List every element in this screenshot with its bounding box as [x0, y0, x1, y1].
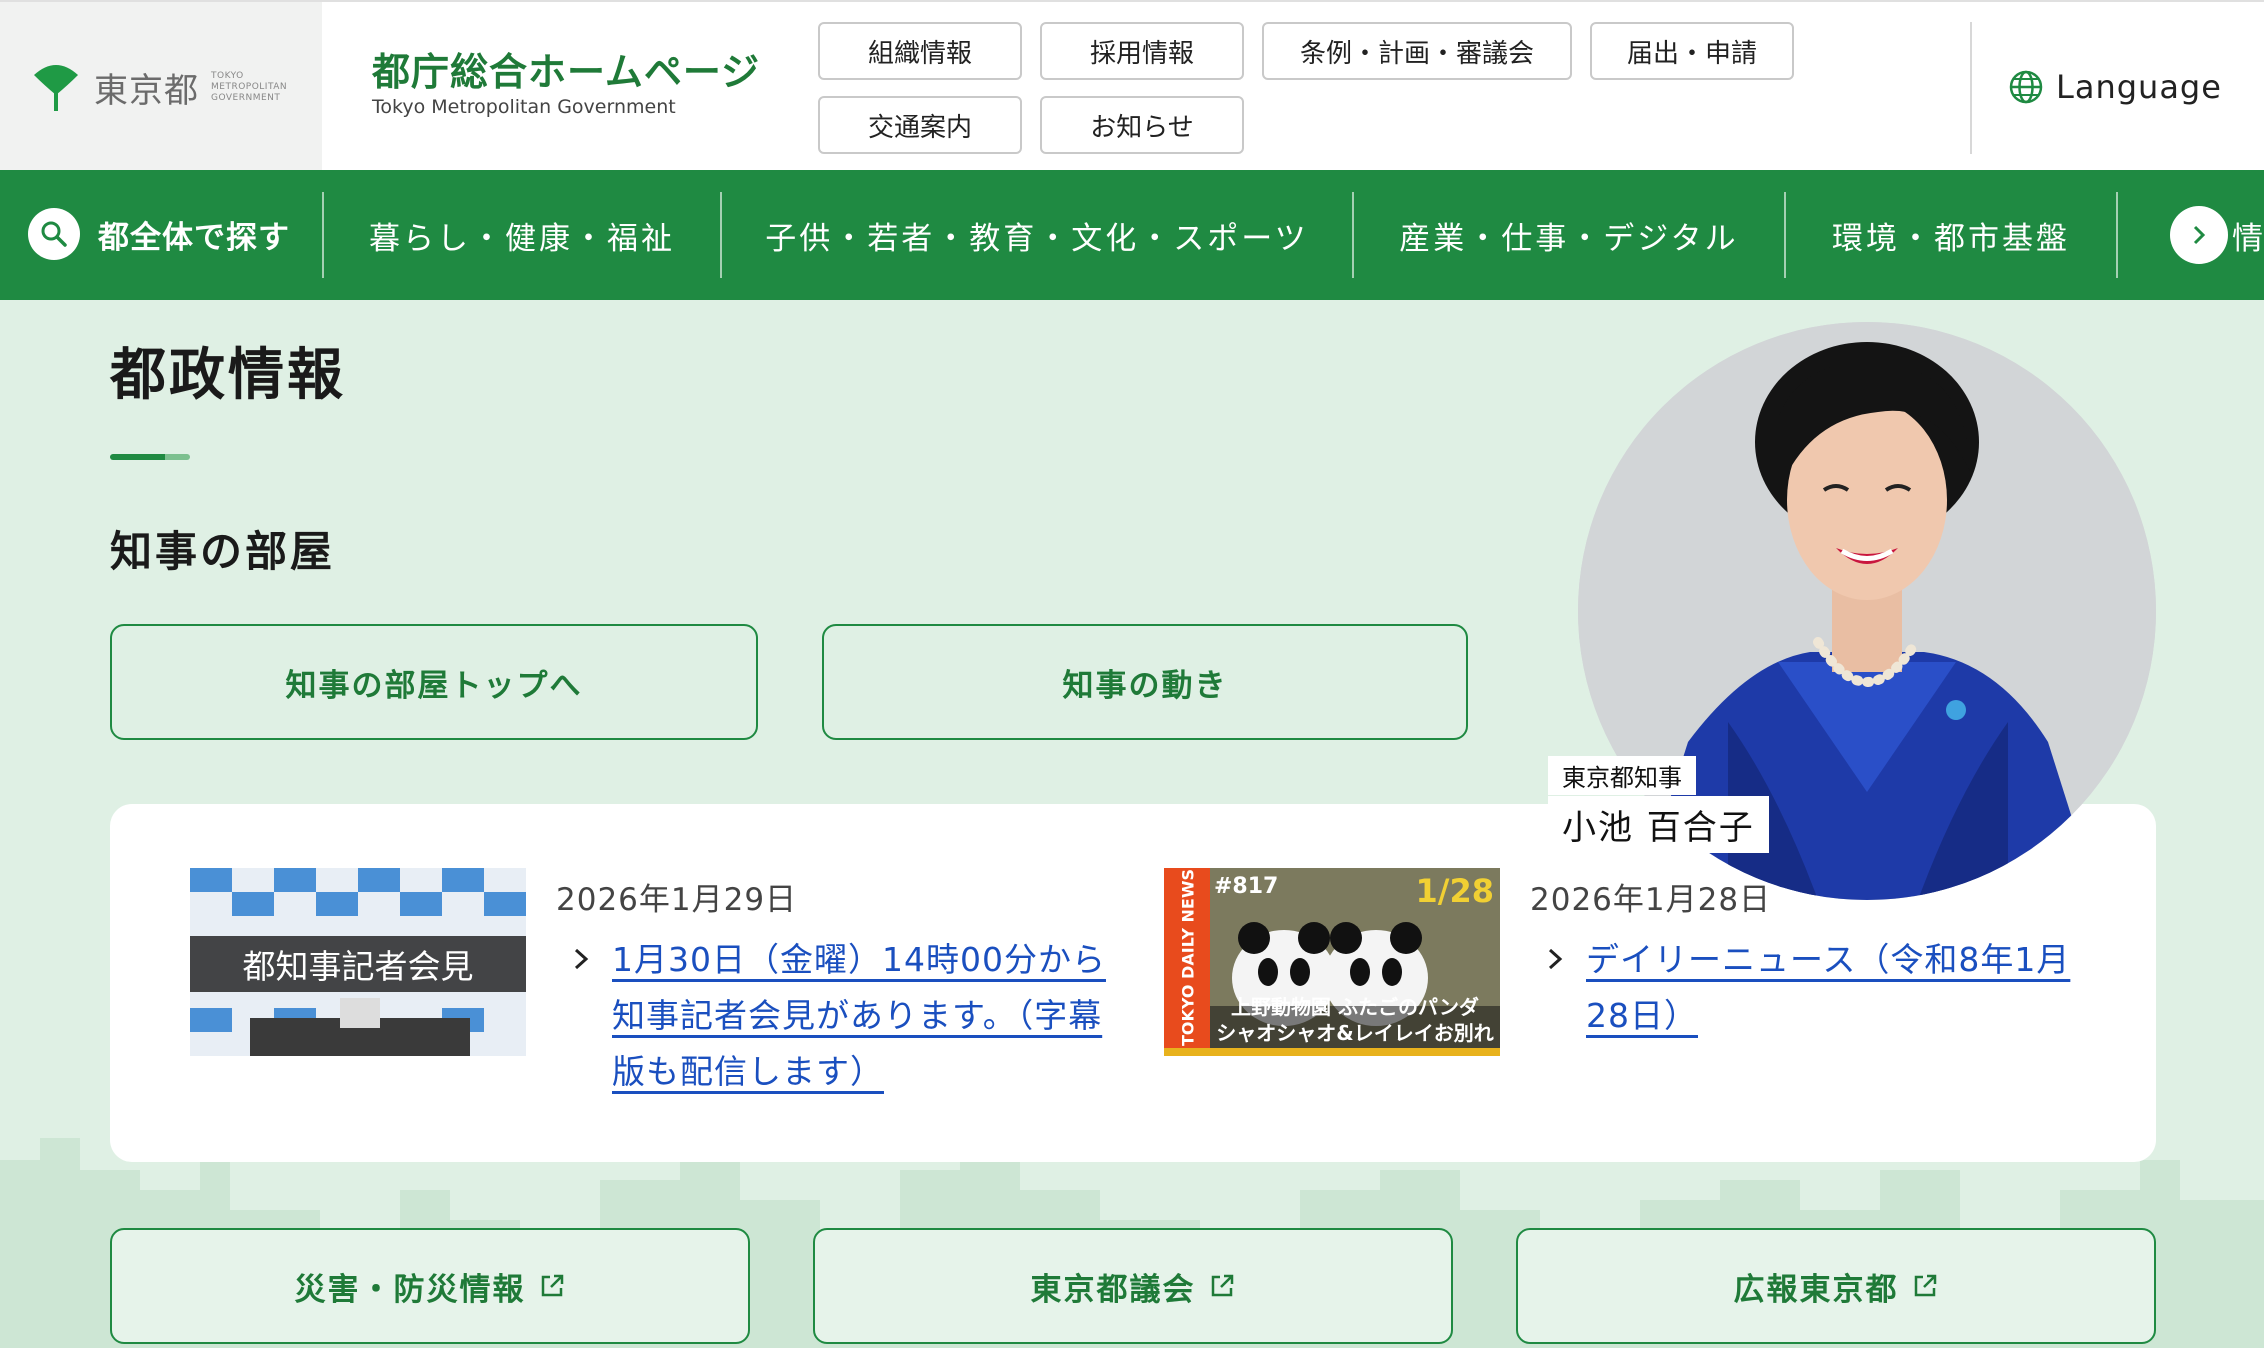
chevron-right-icon	[2193, 225, 2206, 245]
episode-number: #817	[1214, 874, 1279, 899]
governor-name: 小池 百合子	[1548, 796, 1769, 853]
tokyo-logo[interactable]: 東京都 TOKYO METROPOLITAN GOVERNMENT	[0, 2, 322, 172]
external-link-icon	[541, 1274, 563, 1297]
site-title-en: Tokyo Metropolitan Government	[372, 96, 676, 118]
search-all-button[interactable]: 都全体で探す	[28, 208, 290, 260]
thumbnail-caption: 上野動物園 ふたごのパンダ シャオシャオ&レイレイお別れ	[1216, 995, 1494, 1045]
nav-next-button[interactable]	[2170, 206, 2228, 264]
header-link-access[interactable]: 交通案内	[818, 96, 1022, 154]
header-divider	[1970, 22, 1972, 154]
search-icon	[28, 208, 80, 260]
header-link-notices[interactable]: お知らせ	[1040, 96, 1244, 154]
language-label: Language	[2056, 68, 2222, 106]
chevron-right-icon	[574, 948, 589, 970]
press-conference-thumbnail[interactable]: 都知事記者会見	[190, 868, 526, 1056]
metropolitan-assembly-label: 東京都議会	[1030, 1271, 1196, 1308]
category-nav: 都全体で探す 暮らし・健康・福祉 子供・若者・教育・文化・スポーツ 産業・仕事・…	[0, 170, 2264, 300]
page-title: 都政情報	[110, 343, 346, 408]
daily-news-thumbnail[interactable]: #817 1/28 TOKYO DAILY NEWS 上野動物園 ふたごのパンダ…	[1164, 868, 1500, 1056]
thumbnail-date: 1/28	[1415, 872, 1494, 910]
ginkgo-logo-icon	[34, 65, 78, 111]
header-link-organization[interactable]: 組織情報	[818, 22, 1022, 80]
thumbnail-caption: 都知事記者会見	[242, 947, 474, 986]
chevron-right-icon	[1548, 948, 1563, 970]
logo-text: 東京都	[94, 70, 199, 111]
site-title-ja: 都庁総合ホームページ	[372, 50, 761, 94]
external-link-icon	[1211, 1274, 1233, 1297]
nav-item-living[interactable]: 暮らし・健康・福祉	[324, 170, 720, 300]
search-all-label: 都全体で探す	[98, 219, 290, 256]
nav-item-overflow[interactable]: 情	[2232, 170, 2264, 300]
governor-room-top-button[interactable]: 知事の部屋トップへ	[110, 624, 758, 740]
news-date: 2026年1月29日	[556, 882, 798, 918]
header-link-recruitment[interactable]: 採用情報	[1040, 22, 1244, 80]
public-relations-button[interactable]: 広報東京都	[1516, 1228, 2156, 1344]
language-button[interactable]: Language	[2008, 68, 2222, 106]
daily-news-side-label: TOKYO DAILY NEWS	[1178, 868, 1198, 1047]
external-link-icon	[1914, 1274, 1936, 1297]
disaster-info-label: 災害・防災情報	[294, 1271, 526, 1308]
news-date: 2026年1月28日	[1530, 882, 1772, 918]
disaster-info-button[interactable]: 災害・防災情報	[110, 1228, 750, 1344]
nav-item-industry[interactable]: 産業・仕事・デジタル	[1354, 170, 1784, 300]
header-link-applications[interactable]: 届出・申請	[1590, 22, 1794, 80]
site-header: 東京都 TOKYO METROPOLITAN GOVERNMENT 都庁総合ホー…	[0, 0, 2264, 172]
nav-item-environment[interactable]: 環境・都市基盤	[1786, 170, 2116, 300]
news-link-daily-news[interactable]: デイリーニュース（令和8年1月 28日）	[1586, 932, 2106, 1044]
governor-title: 東京都知事	[1548, 756, 1696, 795]
nav-divider	[2116, 192, 2118, 278]
header-link-ordinances[interactable]: 条例・計画・審議会	[1262, 22, 1572, 80]
governor-activities-button[interactable]: 知事の動き	[822, 624, 1468, 740]
site-title[interactable]: 都庁総合ホームページ Tokyo Metropolitan Government	[372, 50, 760, 118]
metropolitan-assembly-button[interactable]: 東京都議会	[813, 1228, 1453, 1344]
nav-item-education[interactable]: 子供・若者・教育・文化・スポーツ	[722, 170, 1352, 300]
title-underline	[110, 454, 190, 460]
public-relations-label: 広報東京都	[1733, 1271, 1899, 1308]
news-link-press-conference[interactable]: 1月30日（金曜）14時00分から 知事記者会見があります。（字幕 版も配信しま…	[612, 932, 1112, 1100]
section-heading: 知事の部屋	[110, 527, 336, 576]
globe-icon	[2009, 70, 2043, 104]
logo-subtext: TOKYO METROPOLITAN GOVERNMENT	[211, 70, 288, 103]
